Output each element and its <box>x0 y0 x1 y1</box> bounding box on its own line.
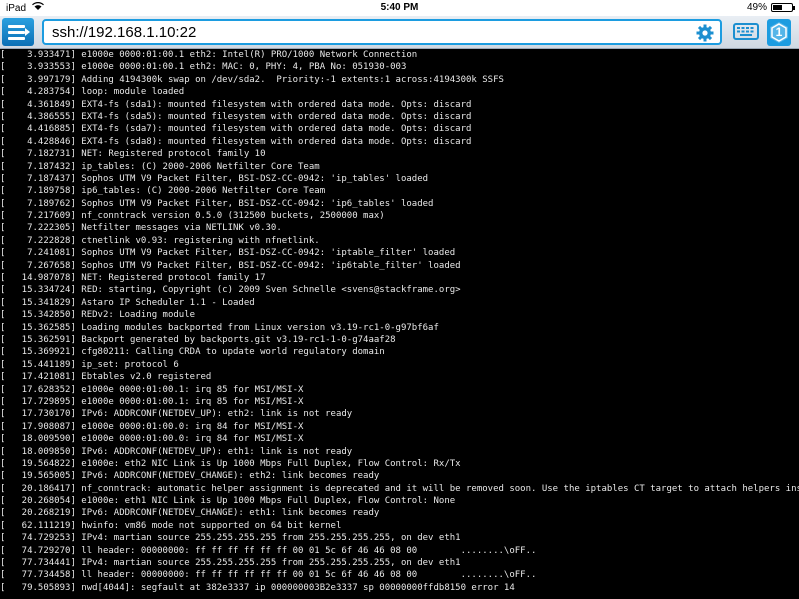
terminal-line: [ 4.283754] loop: module loaded <box>0 87 185 98</box>
terminal-line: [ 7.187437] Sophos UTM V9 Packet Filter,… <box>0 173 429 184</box>
terminal-line: [ 3.997179] Adding 4194300k swap on /dev… <box>0 74 504 85</box>
terminal-line: [ 18.009590] e1000e 0000:01:00.0: irq 84… <box>0 434 304 445</box>
terminal-line: [ 15.341829] Astaro IP Scheduler 1.1 - L… <box>0 297 255 308</box>
terminal-line: [ 18.009850] IPv6: ADDRCONF(NETDEV_UP): … <box>0 446 353 457</box>
battery-icon <box>771 3 795 12</box>
terminal-line: [ 17.421081] Ebtables v2.0 registered <box>0 372 212 383</box>
terminal-line: [ 20.186417] nf_conntrack: automatic hel… <box>0 483 799 494</box>
terminal-line: [ 17.729895] e1000e 0000:01:00.1: irq 85… <box>0 396 304 407</box>
terminal-line: [ 3.933471] e1000e 0000:01:00.1 eth2: In… <box>0 50 418 60</box>
menu-button[interactable] <box>2 18 34 46</box>
terminal-line: [ 7.189762] Sophos UTM V9 Packet Filter,… <box>0 198 434 209</box>
keyboard-button[interactable] <box>733 20 759 44</box>
terminal-line: [ 74.729253] IPv4: martian source 255.25… <box>0 533 461 544</box>
terminal-line: [ 3.933553] e1000e 0000:01:00.1 eth2: MA… <box>0 62 407 73</box>
terminal-line: [ 79.505893] nwd[4044]: segfault at 382e… <box>0 582 515 593</box>
terminal-line: [ 4.361849] EXT4-fs (sda1): mounted file… <box>0 99 472 110</box>
address-text: ssh://192.168.1.10:22 <box>52 24 197 41</box>
terminal-line: [ 7.241081] Sophos UTM V9 Packet Filter,… <box>0 248 456 259</box>
status-right: 49% <box>746 2 795 13</box>
terminal-line: [ 15.362585] Loading modules backported … <box>0 322 439 333</box>
terminal-line: [ 77.734441] IPv4: martian source 255.25… <box>0 558 461 569</box>
terminal-line: [ 4.428846] EXT4-fs (sda8): mounted file… <box>0 136 472 147</box>
terminal-line: [ 15.342850] REDv2: Loading module <box>0 310 196 321</box>
info-badge-number: 1 <box>775 25 783 39</box>
toolbar: ssh://192.168.1.10:22 1 <box>0 16 799 49</box>
terminal-line: [ 14.987078] NET: Registered protocol fa… <box>0 273 266 284</box>
terminal-line: [ 20.268054] e1000e: eth1 NIC Link is Up… <box>0 496 456 507</box>
terminal-line: [ 7.222305] Netfilter messages via NETLI… <box>0 223 282 234</box>
terminal-line: [ 17.628352] e1000e 0000:01:00.1: irq 85… <box>0 384 304 395</box>
address-field[interactable]: ssh://192.168.1.10:22 <box>42 19 722 45</box>
terminal-line: [ 20.268219] IPv6: ADDRCONF(NETDEV_CHANG… <box>0 508 380 519</box>
terminal-line: [ 62.111219] hwinfo: vm86 mode not suppo… <box>0 520 342 531</box>
battery-percent: 49% <box>746 2 767 13</box>
status-bar: iPad 5:40 PM 49% <box>0 0 799 16</box>
gear-icon[interactable] <box>696 24 714 42</box>
terminal-line: [ 7.222828] ctnetlink v0.93: registering… <box>0 235 320 246</box>
clock: 5:40 PM <box>380 2 419 13</box>
terminal-output[interactable]: [ 3.933471] e1000e 0000:01:00.1 eth2: In… <box>0 49 799 599</box>
terminal-line: [ 7.187432] ip_tables: (C) 2000-2006 Net… <box>0 161 320 172</box>
terminal-line: [ 15.334724] RED: starting, Copyright (c… <box>0 285 461 296</box>
terminal-line: [ 7.217609] nf_conntrack version 0.5.0 (… <box>0 211 385 222</box>
terminal-line: [ 15.369921] cfg80211: Calling CRDA to u… <box>0 347 385 358</box>
terminal-line: [ 7.189758] ip6_tables: (C) 2000-2006 Ne… <box>0 186 326 197</box>
terminal-line: [ 19.565005] IPv6: ADDRCONF(NETDEV_CHANG… <box>0 471 380 482</box>
terminal-line: [ 4.416885] EXT4-fs (sda7): mounted file… <box>0 124 472 135</box>
terminal-line: [ 19.564822] e1000e: eth2 NIC Link is Up… <box>0 458 461 469</box>
terminal-line: [ 17.730170] IPv6: ADDRCONF(NETDEV_UP): … <box>0 409 353 420</box>
terminal-line: [ 15.362591] Backport generated by backp… <box>0 334 396 345</box>
terminal-line: [ 4.386555] EXT4-fs (sda5): mounted file… <box>0 111 472 122</box>
terminal-line: [ 77.734458] ll header: 00000000: ff ff … <box>0 570 537 581</box>
terminal-line: [ 7.182731] NET: Registered protocol fam… <box>0 149 266 160</box>
terminal-line: [ 74.729270] ll header: 00000000: ff ff … <box>0 545 537 556</box>
terminal-line: [ 7.267658] Sophos UTM V9 Packet Filter,… <box>0 260 461 271</box>
keyboard-icon <box>733 23 759 48</box>
terminal-line: [ 17.908087] e1000e 0000:01:00.0: irq 84… <box>0 421 304 432</box>
info-button[interactable]: 1 <box>764 19 794 46</box>
terminal-line: [ 15.441189] ip_set: protocol 6 <box>0 359 179 370</box>
